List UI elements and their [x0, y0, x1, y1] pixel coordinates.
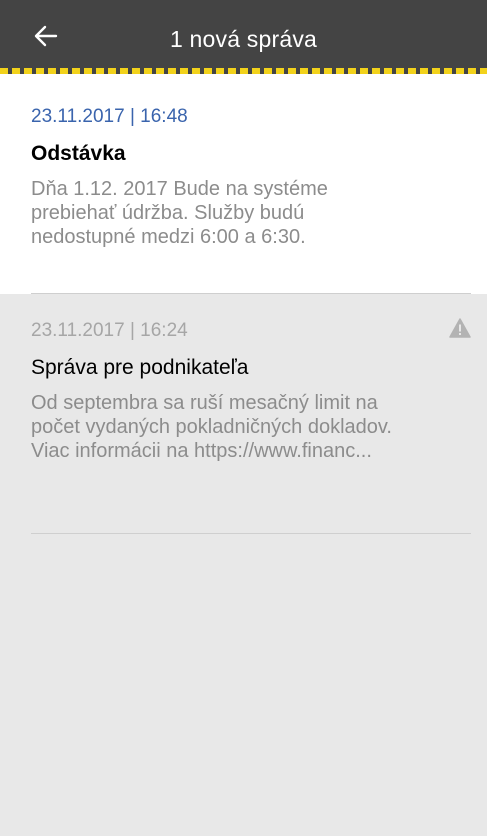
message-title: Správa pre podnikateľa — [31, 356, 249, 379]
message-item-read[interactable]: 23.11.2017 | 16:24 Správa pre podnikateľ… — [0, 294, 487, 534]
divider — [31, 533, 471, 534]
app-header: 1 nová správa — [0, 0, 487, 74]
message-item-unread[interactable]: 23.11.2017 | 16:48 Odstávka Dňa 1.12. 20… — [0, 74, 487, 294]
message-title: Odstávka — [31, 142, 126, 165]
message-body: Dňa 1.12. 2017 Bude na systéme prebiehať… — [31, 178, 328, 248]
page-title: 1 nová správa — [169, 26, 318, 52]
message-body: Od septembra sa ruší mesačný limit na po… — [31, 392, 392, 462]
message-date: 23.11.2017 | 16:24 — [31, 320, 188, 341]
message-date: 23.11.2017 | 16:48 — [31, 106, 188, 127]
warning-icon — [449, 318, 471, 338]
